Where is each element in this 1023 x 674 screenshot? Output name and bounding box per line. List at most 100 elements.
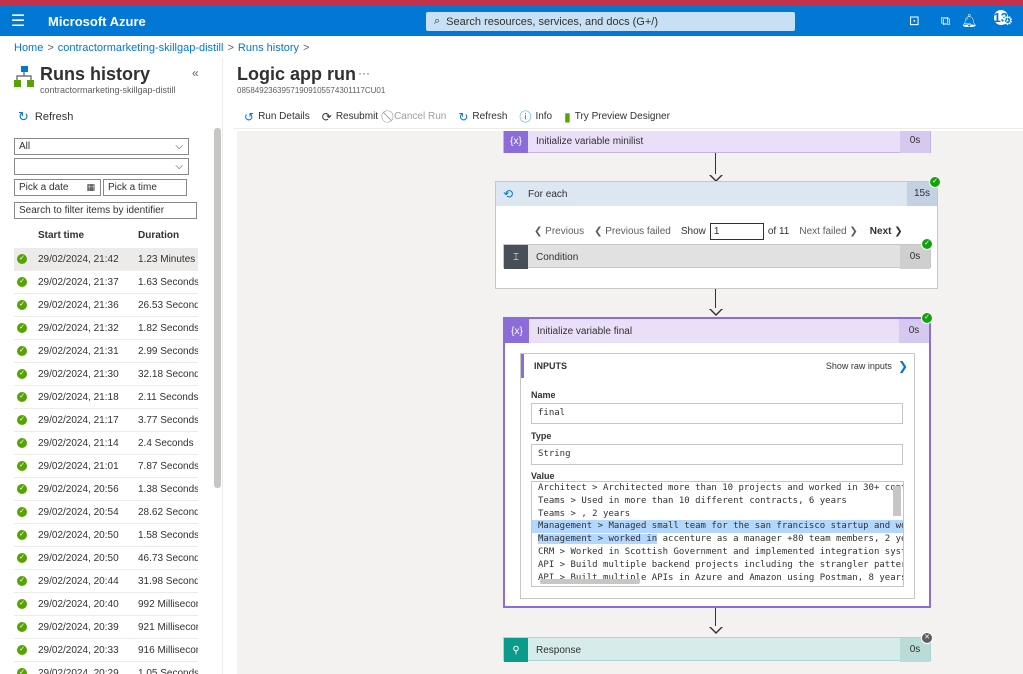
run-row[interactable]: ✓ 29/02/2024, 20:50 1.58 Seconds bbox=[14, 524, 198, 547]
refresh-button[interactable]: ↻ Refresh bbox=[18, 109, 73, 125]
directory-filter-icon[interactable]: ⧉ bbox=[930, 13, 961, 29]
run-row[interactable]: ✓ 29/02/2024, 21:31 2.99 Seconds bbox=[14, 340, 198, 363]
refresh-icon: ↻ bbox=[18, 109, 29, 124]
run-row[interactable]: ✓ 29/02/2024, 20:40 992 Milliseconds bbox=[14, 593, 198, 616]
designer-canvas: {x} Initialize variable minilist 0s ⟲ Fo… bbox=[237, 131, 1023, 674]
run-row[interactable]: ✓ 29/02/2024, 21:17 3.77 Seconds bbox=[14, 409, 198, 432]
success-check-icon: ✓ bbox=[17, 645, 27, 655]
run-row[interactable]: ✓ 29/02/2024, 21:37 1.63 Seconds bbox=[14, 271, 198, 294]
previous-button[interactable]: ❮ Previous bbox=[534, 226, 584, 237]
runs-scrollbar[interactable] bbox=[214, 128, 221, 488]
run-start-time: 29/02/2024, 20:33 bbox=[38, 644, 119, 656]
run-row[interactable]: ✓ 29/02/2024, 21:42 1.23 Minutes bbox=[14, 248, 198, 271]
chevron-down-icon: ⌵ bbox=[175, 161, 183, 172]
step-for-each[interactable]: ⟲ For each 15s ❮ Previous ❮ Previous fai… bbox=[495, 181, 938, 289]
notifications-bell-icon[interactable]: 🔔︎ 13 bbox=[961, 10, 1008, 29]
info-button[interactable]: ⓘ Info bbox=[519, 108, 552, 125]
runs-list: ✓ 29/02/2024, 21:42 1.23 Minutes ✓ 29/02/202… bbox=[14, 248, 198, 674]
value-line: Management > worked in accenture as a ma… bbox=[532, 533, 903, 546]
step-condition[interactable]: ⌶ Condition 0s bbox=[503, 244, 931, 269]
value-scrollbar-vertical[interactable] bbox=[893, 486, 901, 516]
loop-icon: ⟲ bbox=[496, 182, 520, 206]
resubmit-button[interactable]: ⟳ Resubmit bbox=[322, 110, 378, 124]
run-duration: 1.38 Seconds bbox=[138, 483, 198, 495]
collapse-panel-icon[interactable]: « bbox=[192, 66, 199, 80]
run-row[interactable]: ✓ 29/02/2024, 21:14 2.4 Seconds bbox=[14, 432, 198, 455]
column-header-start-time[interactable]: Start time bbox=[38, 230, 84, 241]
flag-icon: ▮ bbox=[564, 109, 571, 124]
identifier-search-input[interactable]: Search to filter items by identifier bbox=[14, 202, 197, 219]
success-check-icon: ✓ bbox=[17, 530, 27, 540]
run-row[interactable]: ✓ 29/02/2024, 21:01 7.87 Seconds bbox=[14, 455, 198, 478]
iteration-number-input[interactable]: 1 bbox=[709, 223, 764, 240]
value-line-selection: Management > worked in bbox=[538, 534, 658, 545]
run-row[interactable]: ✓ 29/02/2024, 20:56 1.38 Seconds bbox=[14, 478, 198, 501]
run-row[interactable]: ✓ 29/02/2024, 21:18 2.11 Seconds bbox=[14, 386, 198, 409]
toolbar-refresh-button[interactable]: ↻ Refresh bbox=[458, 110, 507, 124]
column-header-duration[interactable]: Duration bbox=[138, 230, 179, 241]
value-line: Teams > Used in more than 10 different c… bbox=[538, 495, 847, 506]
inputs-section: INPUTS Show raw inputs ❯ Name final Type … bbox=[520, 353, 915, 599]
run-start-time: 29/02/2024, 21:30 bbox=[38, 368, 119, 380]
run-row[interactable]: ✓ 29/02/2024, 21:30 32.18 Seconds bbox=[14, 363, 198, 386]
step-label: Initialize variable final bbox=[537, 325, 633, 337]
step-initialize-minilist[interactable]: {x} Initialize variable minilist 0s bbox=[503, 131, 931, 153]
breadcrumb: Home > contractormarketing-skillgap-distil… bbox=[14, 42, 313, 54]
success-check-icon: ✓ bbox=[17, 507, 27, 517]
run-start-time: 29/02/2024, 21:18 bbox=[38, 391, 119, 403]
run-row[interactable]: ✓ 29/02/2024, 20:50 46.73 Seconds bbox=[14, 547, 198, 570]
breadcrumb-home[interactable]: Home bbox=[14, 42, 43, 54]
previous-failed-button[interactable]: ❮ Previous failed bbox=[594, 226, 671, 237]
iteration-total: of 11 bbox=[767, 226, 790, 237]
run-start-time: 29/02/2024, 20:50 bbox=[38, 529, 119, 541]
step-initialize-final[interactable]: {x} Initialize variable final 0s INPUTS … bbox=[503, 317, 931, 608]
success-check-icon: ✓ bbox=[17, 300, 27, 310]
success-check-icon: ✓ bbox=[17, 599, 27, 609]
value-line-rest: accenture as a manager +80 team members,… bbox=[657, 534, 904, 545]
run-duration: 28.62 Seconds bbox=[138, 506, 198, 518]
next-button[interactable]: Next ❯ bbox=[870, 226, 903, 237]
run-row[interactable]: ✓ 29/02/2024, 20:29 1.05 Seconds bbox=[14, 662, 198, 674]
run-row[interactable]: ✓ 29/02/2024, 20:39 921 Milliseconds bbox=[14, 616, 198, 639]
step-response[interactable]: ⚲ Response 0s bbox=[503, 637, 931, 662]
page-title: Logic app run bbox=[237, 64, 356, 84]
calendar-icon: ▦ bbox=[86, 182, 95, 192]
date-picker[interactable]: Pick a date ▦ bbox=[14, 179, 101, 196]
run-duration: 1.05 Seconds bbox=[138, 667, 198, 674]
run-row[interactable]: ✓ 29/02/2024, 20:44 31.98 Seconds bbox=[14, 570, 198, 593]
run-start-time: 29/02/2024, 20:29 bbox=[38, 667, 119, 674]
value-line: CRM > Worked in Scottish Government and … bbox=[538, 546, 904, 557]
run-details-button[interactable]: ↺ Run Details bbox=[244, 110, 310, 124]
value-scrollbar-horizontal[interactable] bbox=[540, 579, 640, 584]
run-duration: 2.11 Seconds bbox=[138, 391, 198, 403]
show-raw-inputs-button[interactable]: Show raw inputs ❯ bbox=[826, 359, 908, 373]
settings-gear-icon[interactable]: ⚙ bbox=[992, 13, 1023, 29]
variable-icon: {x} bbox=[505, 319, 529, 343]
success-check-icon: ✓ bbox=[929, 176, 941, 188]
global-search-input[interactable]: ⌕ Search resources, services, and docs (… bbox=[426, 12, 795, 31]
value-textarea[interactable]: Architect > Architected more than 10 pro… bbox=[531, 481, 904, 587]
step-duration: 0s bbox=[900, 131, 930, 153]
run-row[interactable]: ✓ 29/02/2024, 21:36 26.53 Seconds bbox=[14, 294, 198, 317]
connector-arrow bbox=[709, 626, 723, 634]
history-icon: ↺ bbox=[244, 109, 255, 124]
chevron-right-icon: > bbox=[227, 42, 234, 54]
run-row[interactable]: ✓ 29/02/2024, 20:54 28.62 Seconds bbox=[14, 501, 198, 524]
time-picker[interactable]: Pick a time bbox=[103, 179, 187, 196]
value-line: Management > Managed small team for the … bbox=[532, 520, 903, 534]
next-failed-button[interactable]: Next failed ❯ bbox=[799, 226, 857, 237]
cancel-run-button[interactable]: ⃠Cancel Run bbox=[390, 109, 446, 124]
preview-designer-button[interactable]: ▮ Try Preview Designer bbox=[564, 110, 670, 124]
run-duration: 26.53 Seconds bbox=[138, 299, 198, 311]
portal-brand[interactable]: Microsoft Azure bbox=[48, 14, 146, 29]
cloud-shell-icon[interactable]: ⊡ bbox=[899, 13, 930, 29]
status-filter-select[interactable]: All ⌵ bbox=[14, 138, 189, 155]
breadcrumb-current[interactable]: Runs history bbox=[238, 42, 299, 54]
run-start-time: 29/02/2024, 20:44 bbox=[38, 575, 119, 587]
menu-icon[interactable]: ☰ bbox=[0, 6, 36, 36]
secondary-filter-select[interactable]: ⌵ bbox=[14, 158, 189, 175]
run-row[interactable]: ✓ 29/02/2024, 20:33 916 Milliseconds bbox=[14, 639, 198, 662]
more-options-icon[interactable]: ··· bbox=[358, 66, 370, 80]
breadcrumb-resource[interactable]: contractormarketing-skillgap-distill bbox=[58, 42, 224, 54]
run-row[interactable]: ✓ 29/02/2024, 21:32 1.82 Seconds bbox=[14, 317, 198, 340]
